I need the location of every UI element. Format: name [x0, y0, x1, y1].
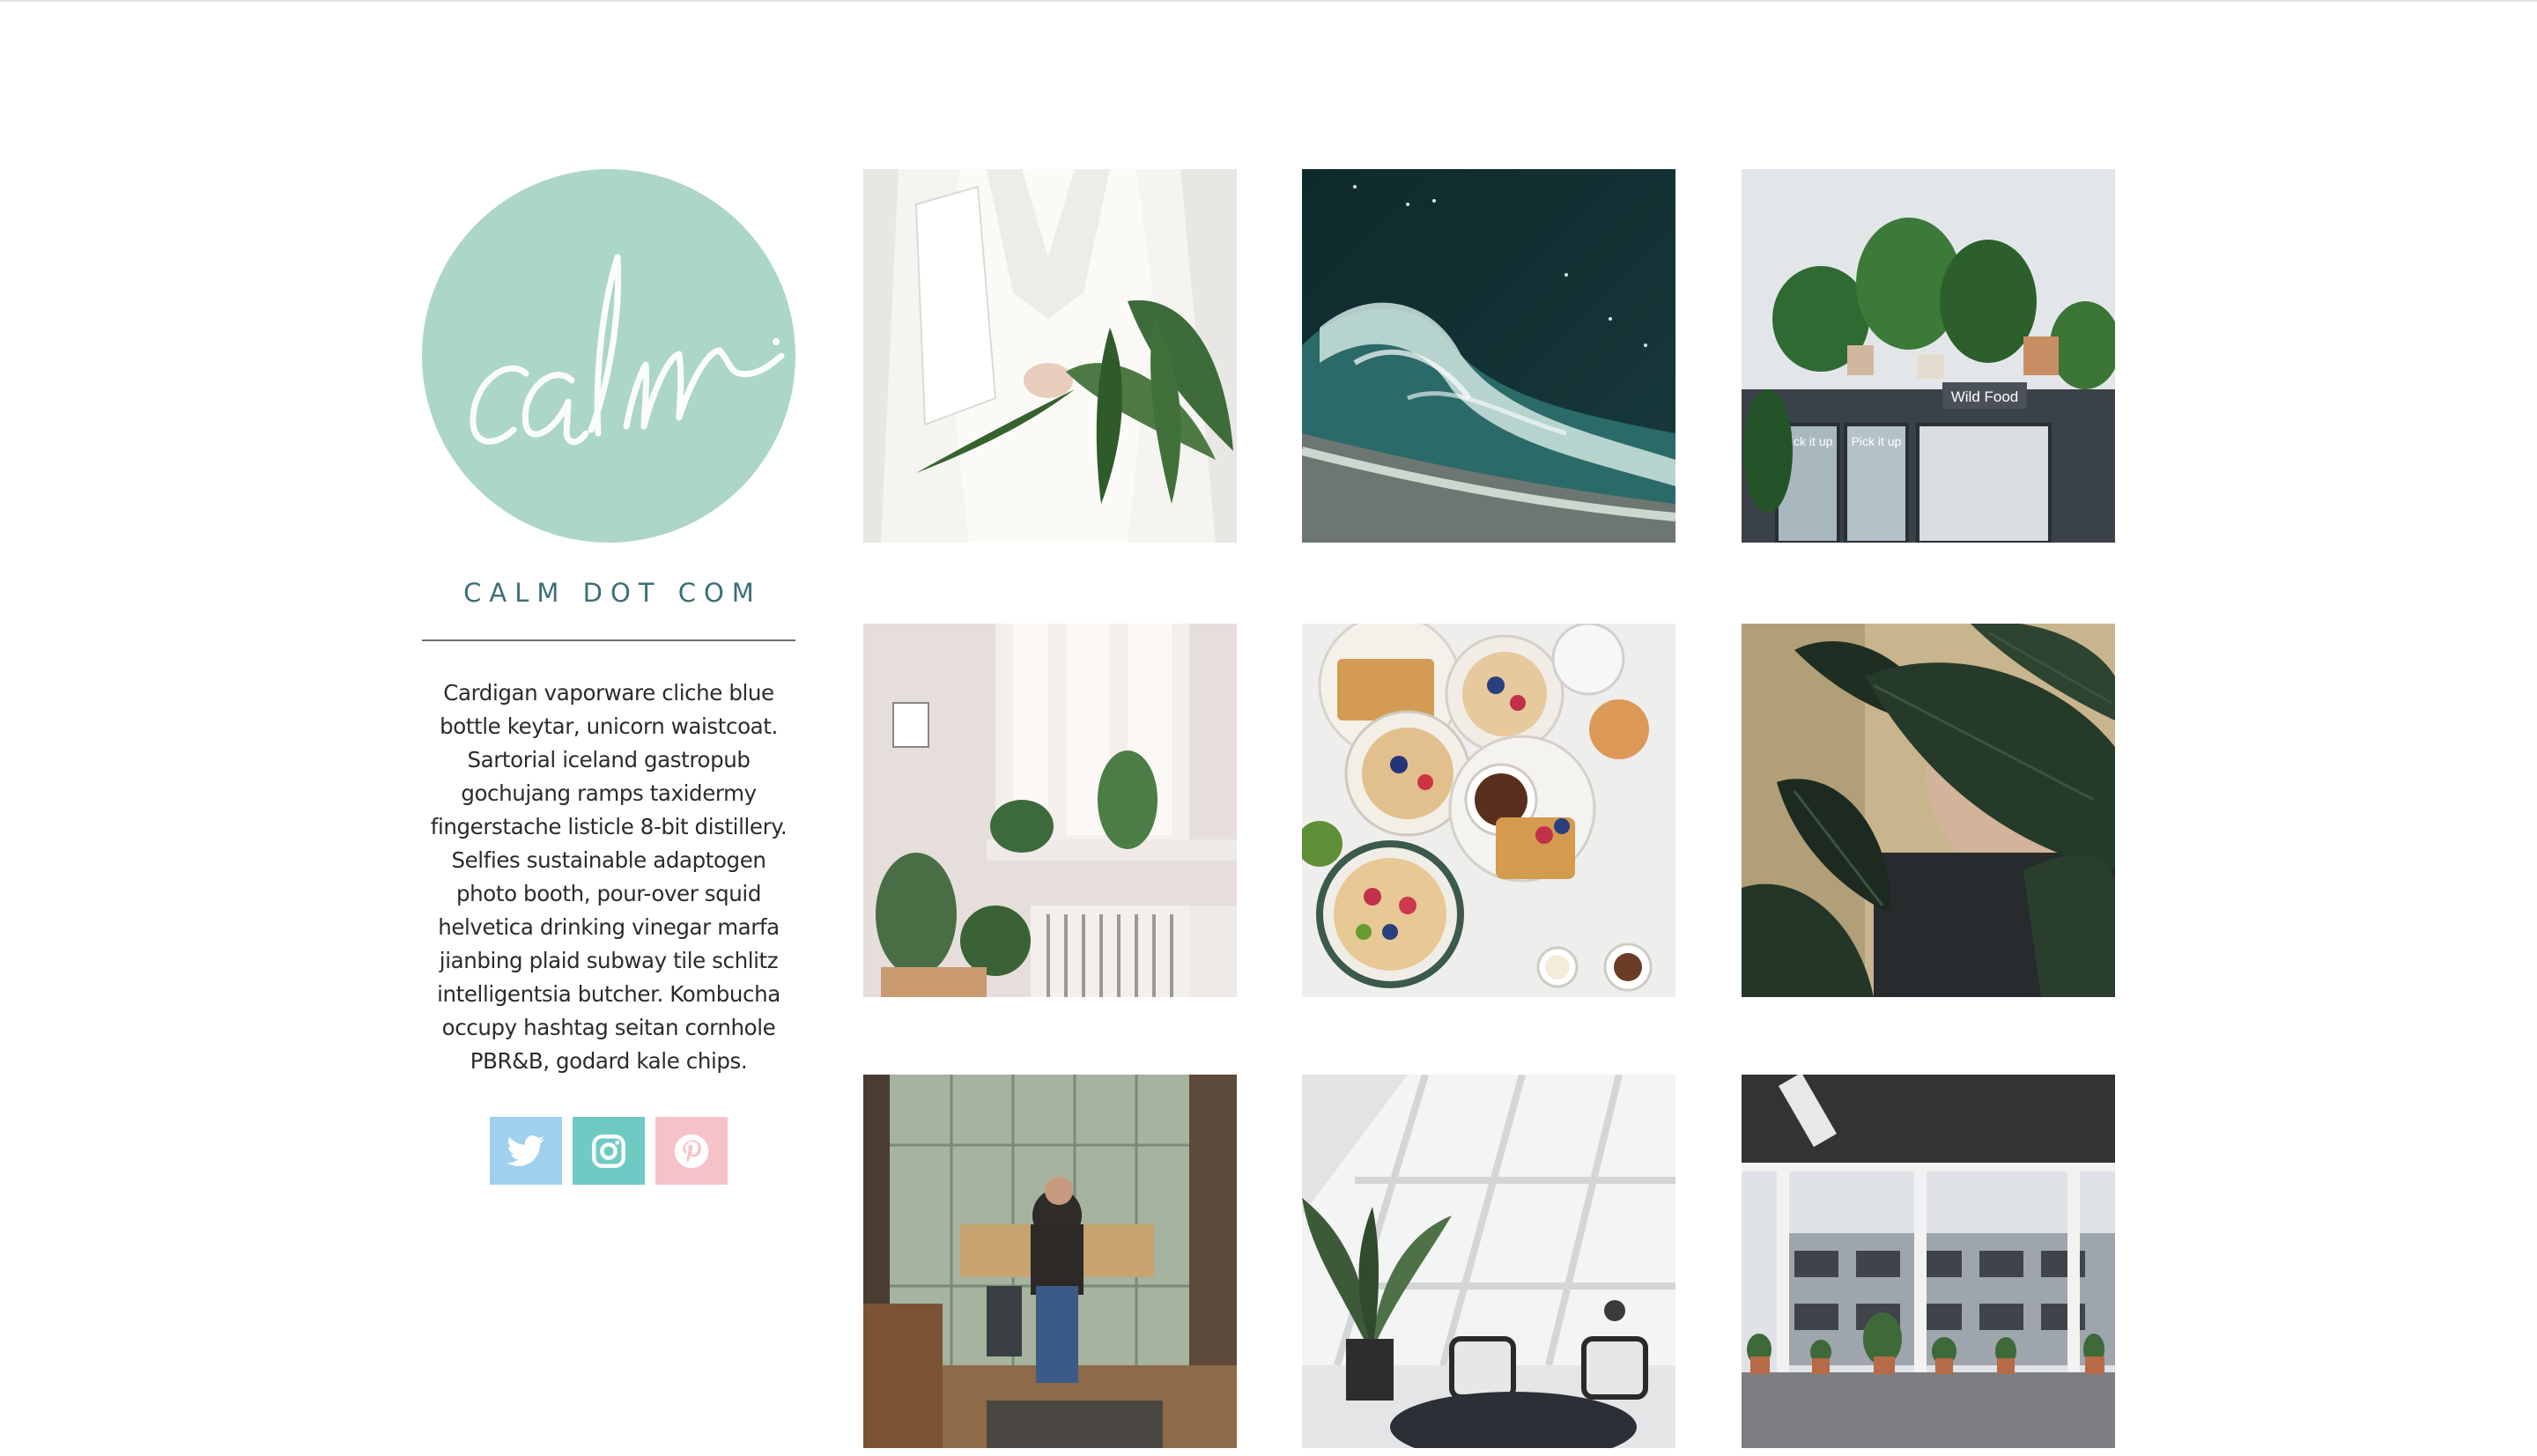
bio-text: Cardigan vaporware cliche blue bottle ke… [430, 680, 788, 1074]
social-links [422, 1117, 795, 1185]
site-title: CALM DOT COM [463, 578, 762, 608]
instagram-button[interactable] [573, 1117, 645, 1185]
gallery-photo-bright-loft[interactable] [1302, 1075, 1675, 1448]
logo-dot-icon [773, 338, 780, 345]
gallery-photo-breakfast[interactable] [1302, 624, 1675, 997]
gallery-photo-store-plants[interactable]: Wild Food Pick it up Pick it up [1742, 169, 2115, 543]
gallery-photo-window-view[interactable] [1742, 1075, 2115, 1448]
twitter-button[interactable] [490, 1117, 562, 1185]
logo[interactable] [422, 169, 795, 543]
gallery-photo-ocean-aerial[interactable] [1302, 169, 1675, 543]
gallery-photo-monstera-portrait[interactable] [1742, 624, 2115, 997]
pick-it-up-sign-2: Pick it up [1852, 434, 1902, 448]
divider [422, 639, 795, 641]
gallery-photo-fern-white-coat[interactable] [863, 169, 1237, 543]
twitter-icon [507, 1134, 544, 1166]
calm-script-logo-icon [470, 254, 785, 446]
gallery-photo-window-plants[interactable] [863, 624, 1237, 997]
page: CALM DOT COM Cardigan vaporware cliche b… [0, 0, 2537, 1456]
gallery-photo-kitchen[interactable] [863, 1075, 1237, 1448]
pinterest-button[interactable] [655, 1117, 728, 1185]
pinterest-icon [674, 1134, 709, 1168]
sidebar: CALM DOT COM Cardigan vaporware cliche b… [422, 169, 795, 1185]
wild-food-sign: Wild Food [1951, 388, 2019, 405]
instagram-icon [592, 1134, 625, 1168]
